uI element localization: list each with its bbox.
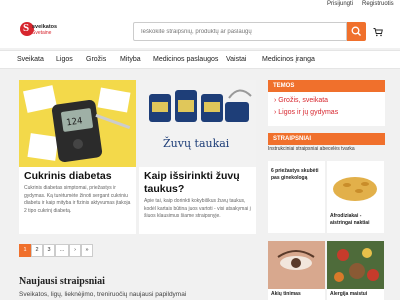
article-title[interactable]: Cukrinis diabetas <box>24 170 134 183</box>
nav-item-ligos[interactable]: Ligos <box>56 56 73 63</box>
mini-article-title[interactable]: Akių tinimas <box>271 291 323 298</box>
grains-image <box>327 161 384 211</box>
search-input[interactable] <box>133 22 347 41</box>
top-bar: Prisijungti Registruotis <box>0 0 400 10</box>
eye-image <box>268 241 325 289</box>
nav-item-medicinos-iranga[interactable]: Medicinos įranga <box>262 56 315 63</box>
topic-link-label: Ligos ir jų gydymas <box>278 109 339 116</box>
fish-oil-image: Žuvų taukai <box>139 80 256 167</box>
article-title[interactable]: Kaip išsirinkti žuvų taukus? <box>144 170 254 195</box>
mini-article-card[interactable]: 6 priežastys skubėti pas ginekologą <box>268 161 325 233</box>
article-description: Apie tai, kaip dorinkti kokybiškus žuvų … <box>144 198 251 220</box>
topic-link-label: Grožis, sveikata <box>278 97 329 104</box>
search-icon <box>351 26 361 36</box>
mini-article-title[interactable]: Alergija maistui <box>330 291 382 298</box>
last-page-button[interactable]: » <box>81 244 93 257</box>
next-page-button[interactable]: › <box>69 244 81 257</box>
latest-articles-subtitle: Sveikatos, ligų, lieknėjimo, treniruočių… <box>19 291 187 298</box>
topic-link[interactable]: › Grožis, sveikata <box>274 97 328 104</box>
articles-header: STRAIPSNIAI <box>268 133 385 145</box>
page-2-button[interactable]: 2 <box>31 244 43 257</box>
main-nav: Sveikata Ligos Grožis Mityba Medicinos p… <box>0 50 400 69</box>
login-link[interactable]: Prisijungti <box>327 1 353 7</box>
nav-item-medicinos-paslaugos[interactable]: Medicinos paslaugos <box>153 56 218 63</box>
nav-item-mityba[interactable]: Mityba <box>120 56 141 63</box>
page-1-button[interactable]: 1 <box>19 244 31 257</box>
image-caption: Žuvų taukai <box>163 136 230 150</box>
page-3-button[interactable]: 3 <box>43 244 55 257</box>
register-link[interactable]: Registruotis <box>362 1 394 7</box>
site-logo[interactable]: S sveikatos Svetaine <box>20 22 57 40</box>
article-card[interactable]: Žuvų taukai Kaip išsirinkti žuvų taukus?… <box>139 80 256 234</box>
topics-header: TEMOS <box>268 80 385 92</box>
mini-article-title[interactable]: Afrodiziakai - aistringai naktiai <box>330 213 382 226</box>
mini-article-card[interactable]: Alergija maistui <box>327 241 384 300</box>
logo-letter: S <box>23 22 30 34</box>
cart-icon[interactable] <box>373 27 383 37</box>
nav-item-grozis[interactable]: Grožis <box>86 56 106 63</box>
article-description: Cukrinis diabetas simptomai, priežastys … <box>24 185 131 215</box>
page-ellipsis: ... <box>55 244 69 257</box>
mini-article-title[interactable]: 6 priežastys skubėti pas ginekologą <box>271 168 323 181</box>
mini-article-card[interactable]: Akių tinimas <box>268 241 325 300</box>
logo-text-bottom: Svetaine <box>32 30 52 36</box>
nav-item-vaistai[interactable]: Vaistai <box>226 56 247 63</box>
latest-articles-heading: Naujausi straipsniai <box>19 276 105 287</box>
mini-article-card[interactable]: Afrodiziakai - aistringai naktiai <box>327 161 384 233</box>
nav-item-sveikata[interactable]: Sveikata <box>17 56 44 63</box>
topic-link[interactable]: › Ligos ir jų gydymas <box>274 109 338 116</box>
article-card[interactable]: 124 Cukrinis diabetas Cukrinis diabetas … <box>19 80 136 234</box>
food-image <box>327 241 384 289</box>
glucose-meter-image: 124 <box>19 80 136 167</box>
articles-instruction: Instrukciniai straipsniai abecelės tvark… <box>268 146 355 152</box>
search-button[interactable] <box>347 22 366 41</box>
